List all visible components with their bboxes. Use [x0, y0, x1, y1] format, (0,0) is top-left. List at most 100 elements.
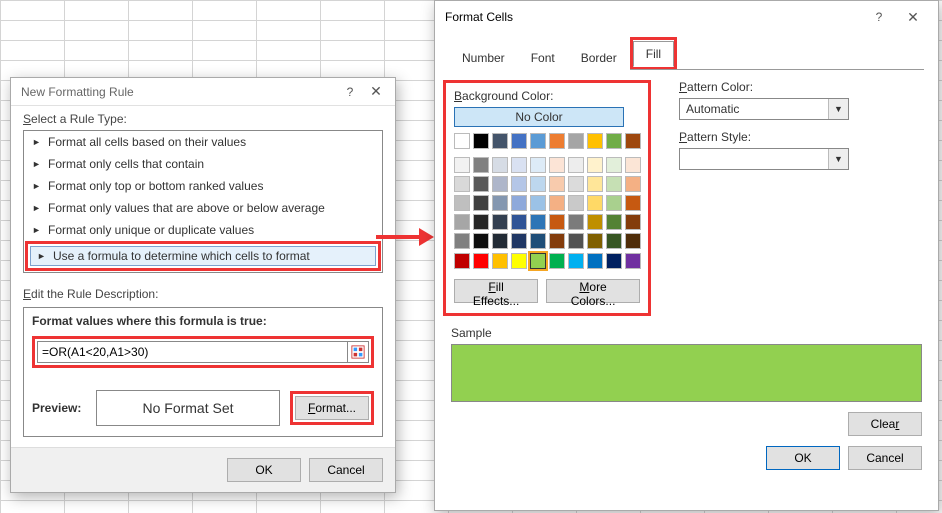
- formula-input[interactable]: [37, 341, 348, 363]
- color-swatch[interactable]: [530, 157, 546, 173]
- color-swatch[interactable]: [454, 176, 470, 192]
- tab-border[interactable]: Border: [568, 45, 630, 70]
- color-swatch[interactable]: [549, 233, 565, 249]
- color-swatch[interactable]: [530, 133, 546, 149]
- color-swatch[interactable]: [492, 253, 508, 269]
- color-swatch[interactable]: [587, 214, 603, 230]
- tab-font[interactable]: Font: [518, 45, 568, 70]
- color-swatch[interactable]: [492, 176, 508, 192]
- color-swatch[interactable]: [511, 176, 527, 192]
- color-swatch[interactable]: [568, 157, 584, 173]
- color-swatch[interactable]: [454, 233, 470, 249]
- color-swatch[interactable]: [587, 195, 603, 211]
- tab-fill[interactable]: Fill: [633, 41, 674, 67]
- color-swatch[interactable]: [625, 233, 641, 249]
- color-swatch[interactable]: [492, 233, 508, 249]
- color-swatch[interactable]: [492, 195, 508, 211]
- color-swatch[interactable]: [625, 214, 641, 230]
- color-swatch[interactable]: [530, 176, 546, 192]
- range-selector-icon[interactable]: [347, 341, 369, 363]
- color-swatch[interactable]: [606, 253, 622, 269]
- close-icon[interactable]: ✕: [892, 6, 934, 28]
- color-swatch[interactable]: [549, 176, 565, 192]
- color-swatch[interactable]: [530, 253, 546, 269]
- color-swatch[interactable]: [511, 157, 527, 173]
- color-swatch[interactable]: [625, 176, 641, 192]
- rule-type-list[interactable]: ►Format all cells based on their values …: [23, 130, 383, 273]
- color-swatch[interactable]: [625, 195, 641, 211]
- color-swatch[interactable]: [606, 195, 622, 211]
- color-swatch[interactable]: [492, 157, 508, 173]
- help-icon[interactable]: ?: [866, 6, 892, 28]
- color-swatch[interactable]: [530, 233, 546, 249]
- color-swatch[interactable]: [568, 233, 584, 249]
- color-swatch[interactable]: [568, 253, 584, 269]
- color-swatch[interactable]: [549, 214, 565, 230]
- color-swatch[interactable]: [587, 233, 603, 249]
- rule-type-item[interactable]: ►Format only values that are above or be…: [24, 197, 382, 219]
- color-swatch[interactable]: [625, 253, 641, 269]
- color-swatch[interactable]: [454, 133, 470, 149]
- clear-button[interactable]: Clear: [848, 412, 922, 436]
- close-icon[interactable]: ✕: [363, 81, 389, 103]
- color-swatch[interactable]: [511, 233, 527, 249]
- color-swatch[interactable]: [473, 133, 489, 149]
- color-swatch[interactable]: [549, 195, 565, 211]
- color-swatch[interactable]: [492, 214, 508, 230]
- color-swatch[interactable]: [549, 157, 565, 173]
- color-swatch[interactable]: [606, 157, 622, 173]
- color-swatch[interactable]: [492, 133, 508, 149]
- color-swatch[interactable]: [568, 195, 584, 211]
- color-swatch[interactable]: [568, 214, 584, 230]
- color-swatch[interactable]: [625, 157, 641, 173]
- color-swatch[interactable]: [473, 195, 489, 211]
- color-swatch[interactable]: [549, 133, 565, 149]
- color-swatch[interactable]: [587, 253, 603, 269]
- cancel-button[interactable]: Cancel: [848, 446, 922, 470]
- color-swatch[interactable]: [473, 214, 489, 230]
- color-swatch[interactable]: [473, 157, 489, 173]
- color-swatch[interactable]: [568, 176, 584, 192]
- color-swatch[interactable]: [587, 176, 603, 192]
- color-swatch[interactable]: [511, 195, 527, 211]
- color-swatch[interactable]: [511, 253, 527, 269]
- pattern-style-select[interactable]: ▼: [679, 148, 849, 170]
- color-swatch[interactable]: [454, 253, 470, 269]
- color-swatch[interactable]: [625, 133, 641, 149]
- color-swatch[interactable]: [511, 133, 527, 149]
- color-swatch[interactable]: [473, 176, 489, 192]
- ok-button[interactable]: OK: [227, 458, 301, 482]
- color-swatch[interactable]: [454, 214, 470, 230]
- ok-button[interactable]: OK: [766, 446, 840, 470]
- color-swatch[interactable]: [587, 157, 603, 173]
- rule-type-item-selected[interactable]: ►Use a formula to determine which cells …: [30, 246, 376, 266]
- tab-number[interactable]: Number: [449, 45, 518, 70]
- fill-effects-button[interactable]: Fill Effects...: [454, 279, 538, 303]
- color-swatch[interactable]: [473, 253, 489, 269]
- color-swatch[interactable]: [606, 233, 622, 249]
- color-swatch[interactable]: [454, 195, 470, 211]
- color-swatch[interactable]: [530, 195, 546, 211]
- color-swatch[interactable]: [549, 253, 565, 269]
- color-swatch[interactable]: [454, 157, 470, 173]
- color-swatch[interactable]: [473, 233, 489, 249]
- color-swatch[interactable]: [568, 133, 584, 149]
- formula-label: Format values where this formula is true…: [32, 314, 374, 328]
- format-button[interactable]: Format...: [295, 396, 369, 420]
- color-swatch[interactable]: [530, 214, 546, 230]
- rule-type-item[interactable]: ►Format only cells that contain: [24, 153, 382, 175]
- help-icon[interactable]: ?: [337, 81, 363, 103]
- color-swatch[interactable]: [606, 214, 622, 230]
- no-color-button[interactable]: No Color: [454, 107, 624, 127]
- rule-type-item[interactable]: ►Format all cells based on their values: [24, 131, 382, 153]
- rule-type-item[interactable]: ►Format only top or bottom ranked values: [24, 175, 382, 197]
- rule-type-item[interactable]: ►Format only unique or duplicate values: [24, 219, 382, 241]
- pattern-color-select[interactable]: Automatic ▼: [679, 98, 849, 120]
- more-colors-button[interactable]: More Colors...: [546, 279, 640, 303]
- color-swatch[interactable]: [511, 214, 527, 230]
- color-swatch[interactable]: [606, 176, 622, 192]
- cancel-button[interactable]: Cancel: [309, 458, 383, 482]
- color-swatch[interactable]: [587, 133, 603, 149]
- theme-colors-row-main: [454, 133, 640, 149]
- color-swatch[interactable]: [606, 133, 622, 149]
